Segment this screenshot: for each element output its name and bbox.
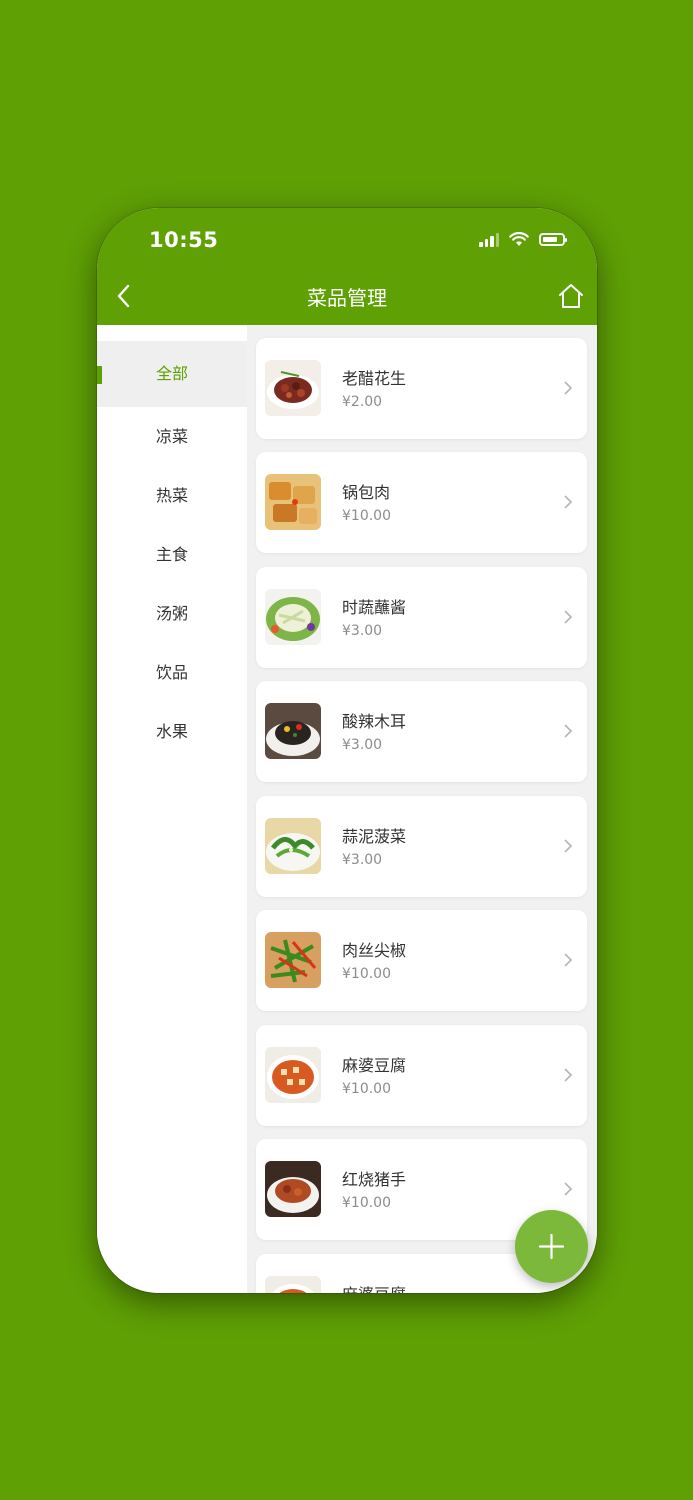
category-item-all[interactable]: 全部 (97, 341, 247, 407)
dish-name: 肉丝尖椒 (342, 941, 407, 960)
chevron-right-icon (564, 610, 573, 624)
dish-card[interactable]: 蒜泥菠菜 ¥3.00 (256, 796, 587, 897)
dish-name: 红烧猪手 (342, 1170, 407, 1189)
dish-name: 锅包肉 (342, 483, 391, 502)
chevron-right-icon (564, 1182, 573, 1196)
dish-price: ¥3.00 (342, 852, 383, 868)
signal-icon (479, 232, 499, 247)
dish-image (265, 1161, 321, 1217)
dish-card[interactable]: 麻婆豆腐 ¥10.00 (256, 1025, 587, 1126)
dish-name: 时蔬蘸酱 (342, 598, 407, 617)
dish-name: 麻婆豆腐 (342, 1281, 406, 1293)
dish-image (265, 1047, 321, 1103)
dish-card[interactable]: 老醋花生 ¥2.00 (256, 338, 587, 439)
dish-name: 老醋花生 (342, 369, 407, 388)
header: 10:55 菜品管理 (97, 208, 597, 325)
chevron-right-icon (564, 839, 573, 853)
dish-card[interactable]: 锅包肉 ¥10.00 (256, 452, 587, 553)
dish-price: ¥3.00 (342, 737, 383, 753)
dish-price: ¥10.00 (342, 1081, 391, 1097)
dish-image (265, 474, 321, 530)
dish-list: 老醋花生 ¥2.00 锅包肉 ¥10.00 时蔬蘸酱 ¥3.00 酸辣木耳 ¥3… (247, 325, 597, 1293)
category-item-hot[interactable]: 热菜 (97, 466, 247, 525)
dish-image (265, 818, 321, 874)
chevron-right-icon (564, 724, 573, 738)
battery-icon (539, 233, 567, 246)
dish-name: 麻婆豆腐 (342, 1056, 407, 1075)
dish-image (265, 932, 321, 988)
dish-card[interactable]: 酸辣木耳 ¥3.00 (256, 681, 587, 782)
category-item-soup[interactable]: 汤粥 (97, 584, 247, 643)
nav-bar: 菜品管理 (97, 278, 597, 316)
home-icon[interactable] (557, 281, 585, 311)
category-item-drinks[interactable]: 饮品 (97, 643, 247, 702)
dish-image (265, 589, 321, 645)
dish-image (265, 1276, 321, 1293)
status-time: 10:55 (149, 228, 219, 252)
category-sidebar: 全部 凉菜 热菜 主食 汤粥 饮品 水果 (97, 325, 247, 1293)
chevron-right-icon (564, 495, 573, 509)
phone-frame: 10:55 菜品管理 全部 凉菜 热菜 主食 汤粥 饮品 水果 老醋花生 ¥2.… (97, 208, 597, 1293)
chevron-right-icon (564, 953, 573, 967)
category-item-cold[interactable]: 凉菜 (97, 407, 247, 466)
dish-price: ¥10.00 (342, 1195, 391, 1211)
wifi-icon (509, 232, 529, 246)
category-item-fruit[interactable]: 水果 (97, 702, 247, 761)
chevron-right-icon (564, 1068, 573, 1082)
category-item-staple[interactable]: 主食 (97, 525, 247, 584)
dish-card[interactable]: 时蔬蘸酱 ¥3.00 (256, 567, 587, 668)
chevron-right-icon (564, 381, 573, 395)
dish-card[interactable]: 肉丝尖椒 ¥10.00 (256, 910, 587, 1011)
dish-price: ¥10.00 (342, 508, 391, 524)
dish-image (265, 703, 321, 759)
dish-price: ¥2.00 (342, 394, 383, 410)
add-dish-button[interactable] (515, 1210, 588, 1283)
dish-name: 蒜泥菠菜 (342, 827, 407, 846)
dish-price: ¥3.00 (342, 623, 383, 639)
dish-name: 酸辣木耳 (342, 712, 407, 731)
status-icons (479, 232, 567, 247)
dish-image (265, 360, 321, 416)
page-title: 菜品管理 (307, 286, 387, 310)
dish-price: ¥10.00 (342, 966, 391, 982)
plus-icon (538, 1233, 565, 1260)
